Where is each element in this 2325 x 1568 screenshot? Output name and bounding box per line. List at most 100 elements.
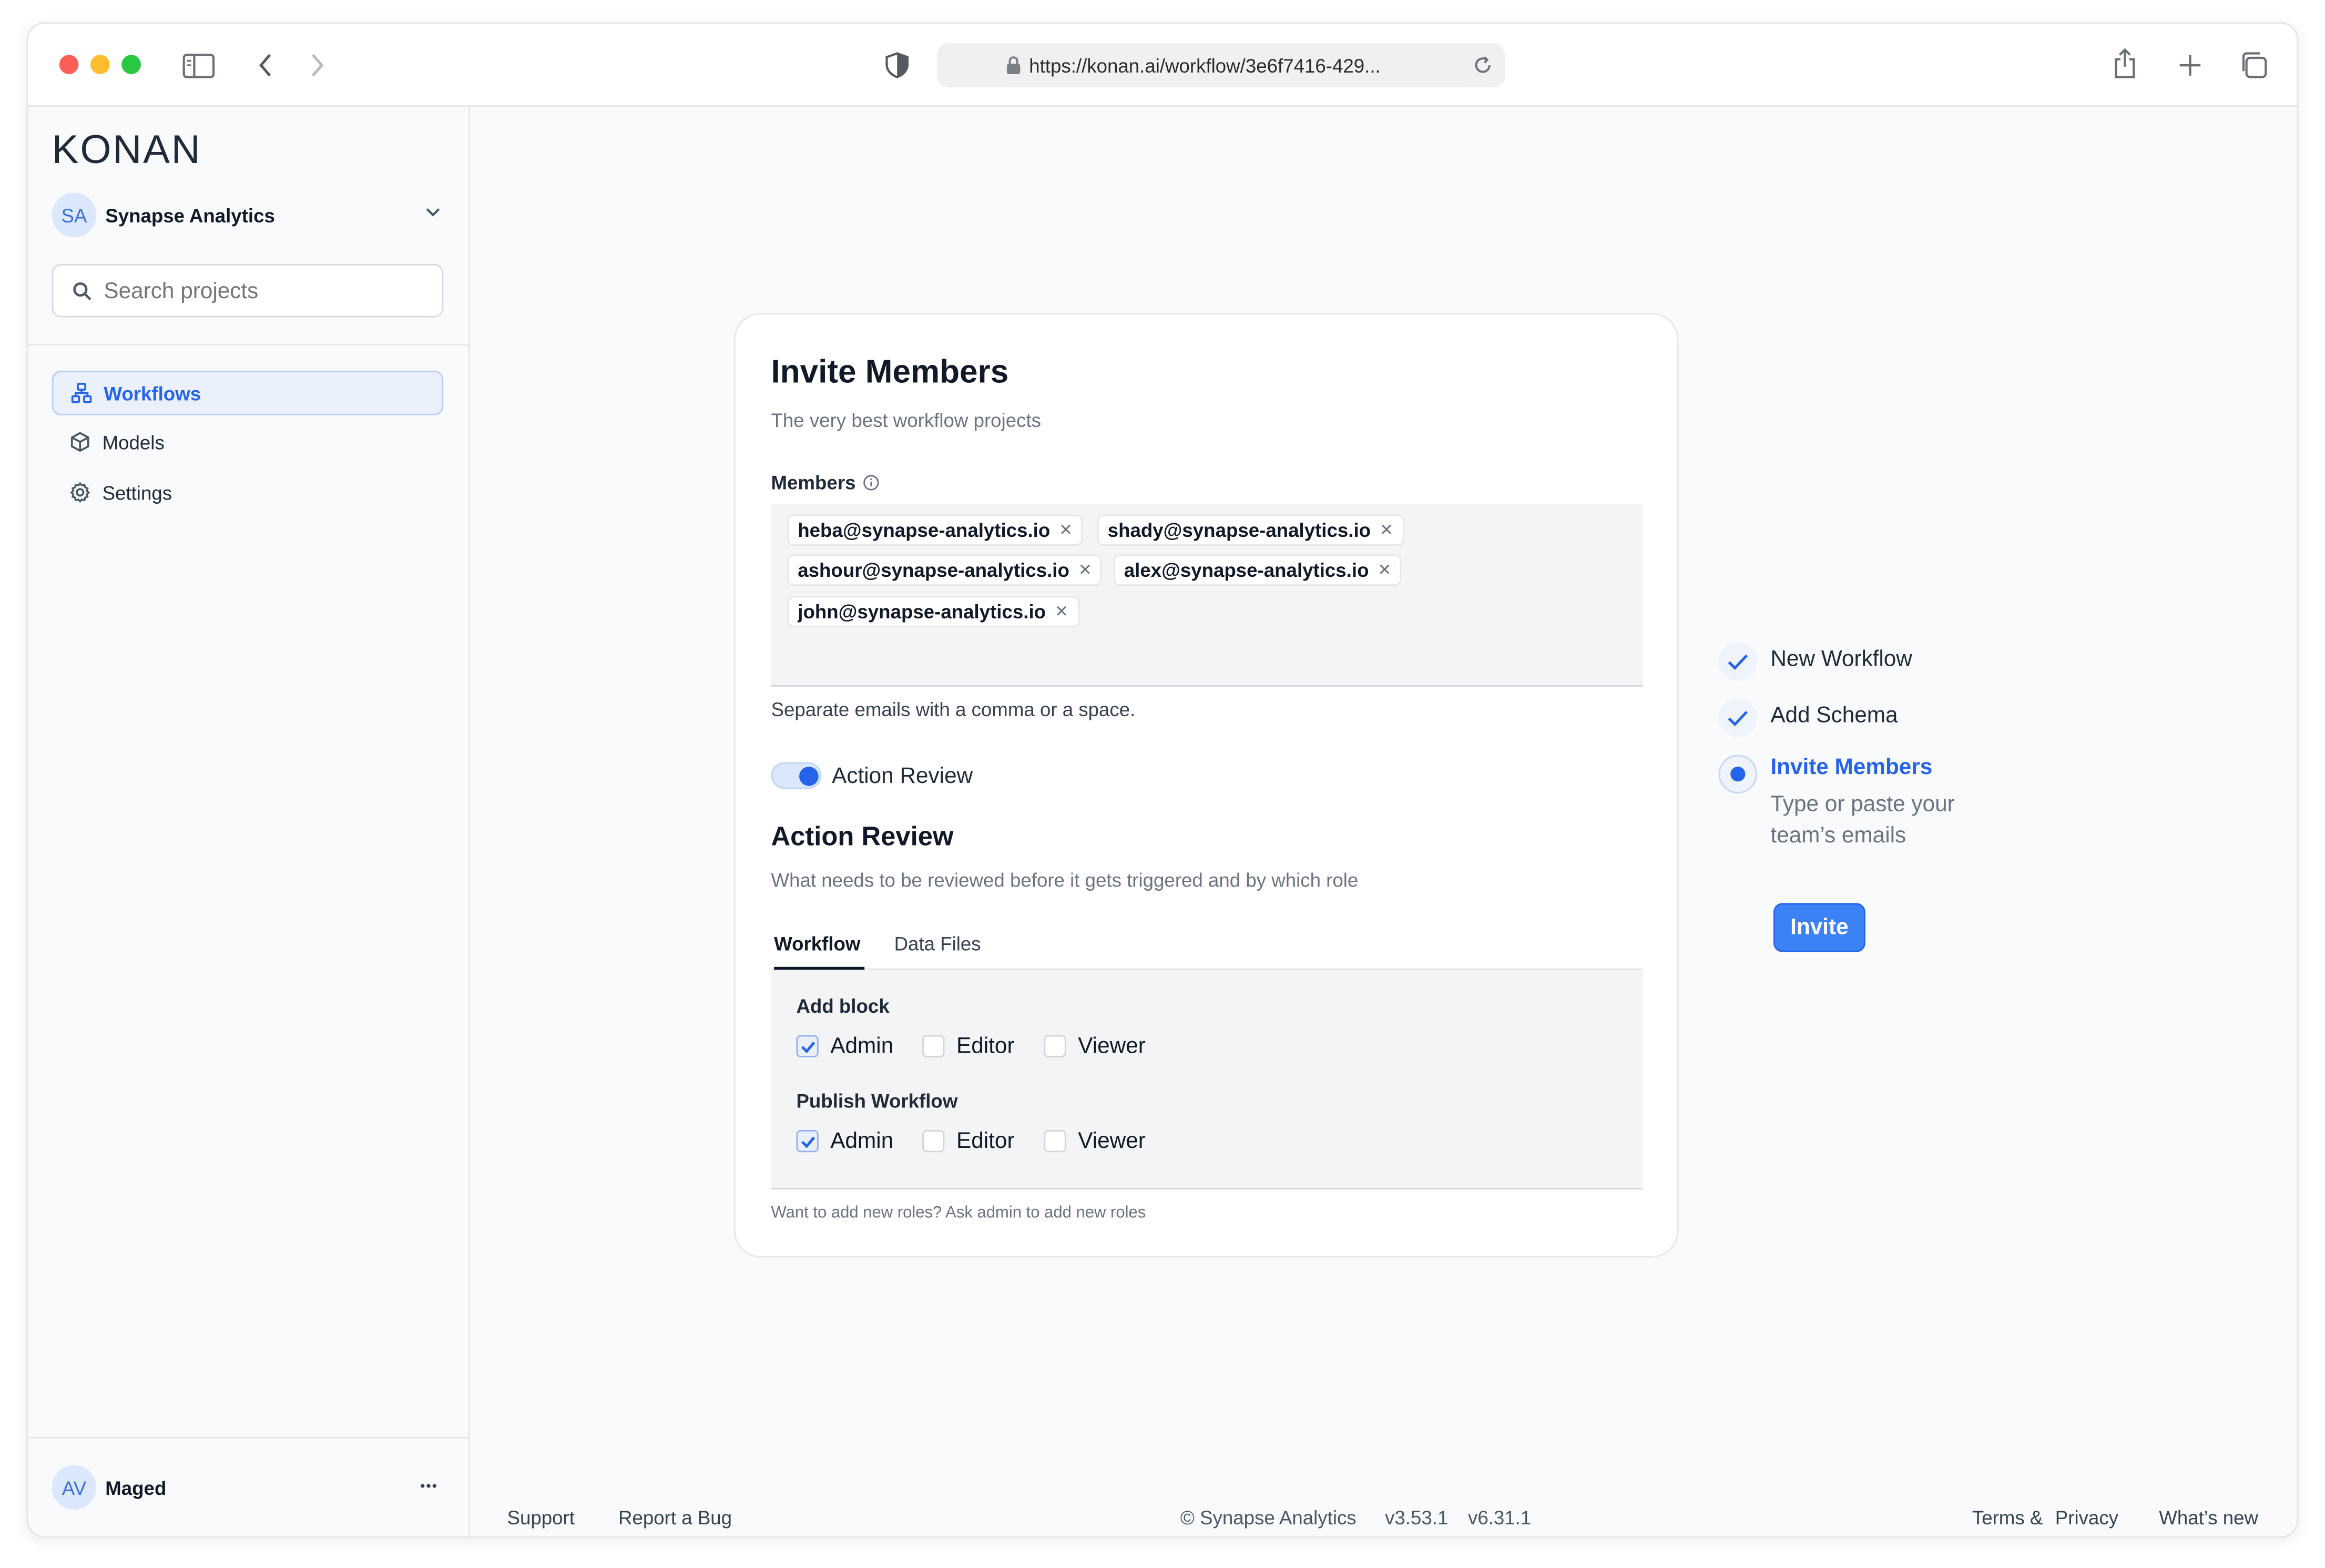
members-input[interactable]: heba@synapse-analytics.io ✕ shady@synapse… [771, 504, 1643, 687]
sidebar-item-label: Settings [102, 481, 172, 504]
toggle-knob [799, 767, 819, 786]
close-window-button[interactable] [59, 55, 79, 75]
workflow-icon [71, 383, 92, 403]
member-email: alex@synapse-analytics.io [1124, 559, 1369, 582]
member-chip: heba@synapse-analytics.io ✕ [787, 514, 1083, 546]
role-checkbox-editor[interactable]: Editor [922, 1033, 1015, 1059]
review-tabs: Workflow Data Files [771, 925, 1643, 970]
role-label: Editor [956, 1033, 1015, 1059]
url-text: https://konan.ai/workflow/3e6f7416-429..… [1029, 54, 1381, 77]
group-title: Add block [796, 995, 890, 1017]
sidebar: KONAN SA Synapse Analytics Workflows [28, 107, 471, 1536]
version-text: v6.31.1 [1467, 1506, 1532, 1529]
check-icon [1718, 698, 1757, 737]
copyright-text: © Synapse Analytics [1180, 1506, 1357, 1529]
remove-member-icon[interactable]: ✕ [1378, 561, 1391, 580]
forward-icon[interactable] [305, 50, 329, 80]
role-label: Viewer [1078, 1128, 1146, 1154]
sidebar-item-models[interactable]: Models [52, 420, 444, 464]
member-chip: shady@synapse-analytics.io ✕ [1097, 514, 1404, 546]
sidebar-bottom-divider [28, 1437, 471, 1439]
chevron-down-icon[interactable] [425, 208, 440, 218]
user-name: Maged [105, 1476, 167, 1499]
zoom-window-button[interactable] [121, 55, 141, 75]
step-title: Add Schema [1770, 702, 1898, 728]
cube-icon [70, 432, 90, 452]
search-input[interactable] [104, 278, 401, 303]
role-checkbox-viewer[interactable]: Viewer [1044, 1128, 1146, 1154]
remove-member-icon[interactable]: ✕ [1059, 521, 1073, 540]
step-new-workflow: New Workflow [1718, 642, 1912, 681]
step-title: New Workflow [1770, 646, 1912, 672]
remove-member-icon[interactable]: ✕ [1380, 521, 1393, 540]
sidebar-item-label: Models [102, 431, 165, 453]
shield-icon[interactable] [882, 50, 912, 80]
role-checkbox-admin[interactable]: Admin [796, 1034, 893, 1059]
privacy-link[interactable]: Privacy [2055, 1506, 2118, 1529]
checkbox[interactable] [1044, 1129, 1066, 1153]
browser-window: https://konan.ai/workflow/3e6f7416-429..… [26, 22, 2299, 1538]
lock-icon [1005, 55, 1022, 75]
step-description: Type or paste your team’s emails [1770, 791, 1955, 849]
permissions-panel: Add block Admin Editor Viewer Publish Wo… [771, 970, 1643, 1189]
role-checkbox-admin[interactable]: Admin [796, 1128, 893, 1154]
role-checkbox-editor[interactable]: Editor [922, 1128, 1015, 1154]
action-review-toggle[interactable] [771, 762, 822, 789]
more-options-icon[interactable] [420, 1483, 437, 1489]
reload-icon[interactable] [1472, 55, 1493, 75]
sidebar-item-workflows[interactable]: Workflows [52, 371, 444, 415]
minimize-window-button[interactable] [90, 55, 110, 75]
invite-button[interactable]: Invite [1773, 903, 1865, 952]
checkbox[interactable] [796, 1035, 819, 1057]
action-review-title: Action Review [771, 821, 954, 851]
members-label-text: Members [771, 471, 856, 494]
new-tab-icon[interactable] [2175, 50, 2205, 80]
org-switcher[interactable]: SA Synapse Analytics [52, 191, 446, 239]
member-chip: john@synapse-analytics.io ✕ [787, 596, 1079, 627]
tab-data-files[interactable]: Data Files [894, 925, 998, 970]
tab-overview-icon[interactable] [2238, 49, 2270, 82]
role-checkbox-viewer[interactable]: Viewer [1044, 1033, 1146, 1059]
main-content: Invite Members The very best workflow pr… [470, 107, 2297, 1536]
tab-workflow[interactable]: Workflow [774, 925, 865, 970]
card-subtitle: The very best workflow projects [771, 409, 1042, 432]
whats-new-link[interactable]: What’s new [2159, 1506, 2258, 1529]
action-review-subtitle: What needs to be reviewed before it gets… [771, 869, 1359, 891]
members-hint: Separate emails with a comma or a space. [771, 698, 1136, 721]
sidebar-item-settings[interactable]: Settings [52, 470, 444, 515]
terms-link[interactable]: Terms & [1972, 1506, 2043, 1529]
remove-member-icon[interactable]: ✕ [1078, 561, 1092, 580]
card-title: Invite Members [771, 353, 1009, 390]
remove-member-icon[interactable]: ✕ [1055, 602, 1068, 622]
back-icon[interactable] [253, 50, 277, 80]
checkbox[interactable] [796, 1129, 819, 1153]
support-link[interactable]: Support [507, 1506, 575, 1529]
step-invite-members: Invite Members Type or paste your team’s… [1718, 755, 1993, 851]
sidebar-divider [28, 344, 471, 346]
checkbox[interactable] [922, 1035, 945, 1057]
info-icon[interactable] [863, 474, 880, 491]
member-email: shady@synapse-analytics.io [1107, 519, 1371, 542]
member-email: ashour@synapse-analytics.io [798, 559, 1069, 582]
user-menu[interactable]: AV Maged [52, 1465, 446, 1510]
checkbox[interactable] [922, 1129, 945, 1153]
share-icon[interactable] [2110, 47, 2139, 80]
org-name: Synapse Analytics [105, 203, 275, 227]
roles-footnote: Want to add new roles? Ask admin to add … [771, 1204, 1146, 1222]
konan-logo: KONAN [52, 127, 202, 172]
search-projects[interactable] [52, 263, 444, 318]
member-chip: ashour@synapse-analytics.io ✕ [787, 554, 1103, 586]
step-add-schema: Add Schema [1718, 698, 1898, 737]
group-title: Publish Workflow [796, 1090, 958, 1113]
version-text: v3.53.1 [1385, 1506, 1449, 1529]
org-avatar: SA [52, 192, 97, 238]
role-label: Viewer [1078, 1033, 1146, 1059]
role-label: Admin [830, 1033, 894, 1059]
member-email: john@synapse-analytics.io [798, 600, 1046, 623]
current-step-icon [1718, 755, 1757, 793]
report-bug-link[interactable]: Report a Bug [618, 1506, 732, 1529]
sidebar-toggle-icon[interactable] [182, 50, 215, 80]
address-bar[interactable]: https://konan.ai/workflow/3e6f7416-429..… [937, 43, 1505, 88]
checkbox[interactable] [1044, 1035, 1066, 1057]
step-title: Invite Members [1770, 755, 1933, 780]
